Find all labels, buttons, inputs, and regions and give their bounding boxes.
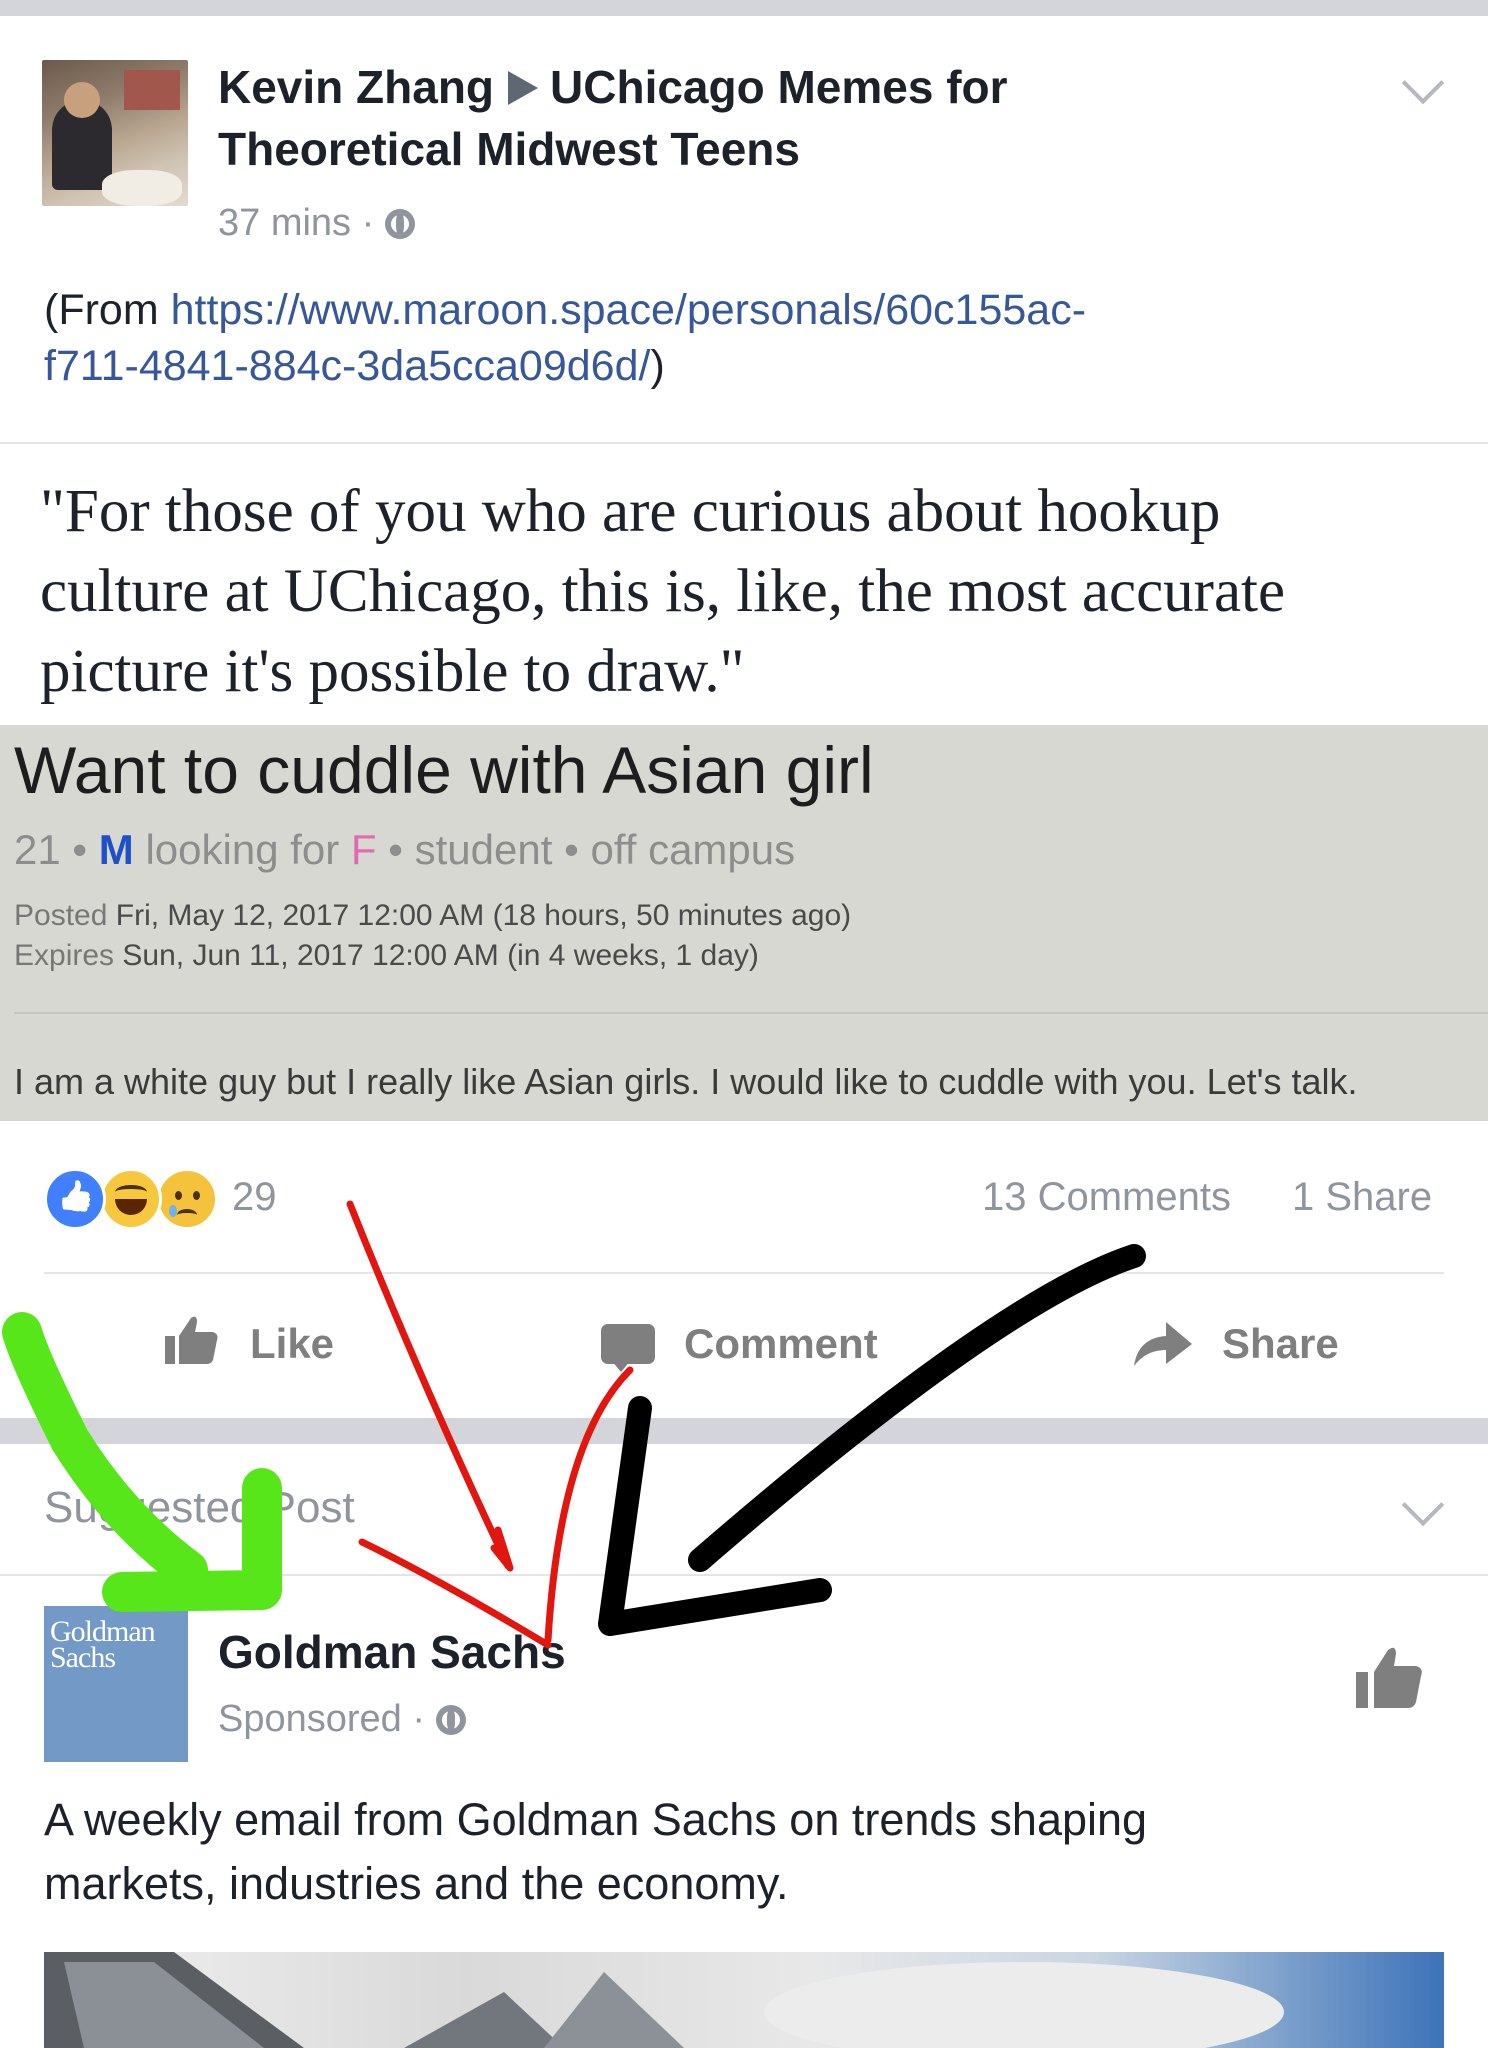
chevron-down-icon[interactable] <box>1401 1483 1445 1527</box>
divider <box>0 1574 1488 1576</box>
ad-age: 21 <box>14 826 61 873</box>
ad-expires: Expires Sun, Jun 11, 2017 12:00 AM (in 4… <box>14 939 759 972</box>
sponsored-meta: Sponsored · <box>218 1698 466 1741</box>
green-arrow <box>2 1312 282 1612</box>
reactions-count[interactable]: 29 <box>232 1172 277 1222</box>
quote-line: culture at UChicago, this is, like, the … <box>40 558 1286 625</box>
page-like-icon[interactable] <box>1354 1644 1424 1710</box>
post-text: (From https://www.maroon.space/personals… <box>44 282 1444 394</box>
haha-reaction-icon[interactable] <box>100 1168 162 1230</box>
ad-title: Want to cuddle with Asian girl <box>14 733 874 807</box>
ad-image[interactable] <box>44 1952 1444 2048</box>
comment-icon <box>601 1324 655 1372</box>
chevron-down-icon[interactable] <box>1401 61 1445 105</box>
ad-location: off campus <box>590 826 796 873</box>
post-link[interactable]: https://www.maroon.space/personals/60c15… <box>171 286 1086 334</box>
divider <box>0 442 1488 444</box>
arrow-right-icon <box>508 71 539 105</box>
quote-line: picture it's possible to draw." <box>40 638 745 705</box>
like-button[interactable]: Like <box>250 1316 334 1372</box>
feed-separator <box>0 1418 1488 1444</box>
goldman-sachs-logo[interactable]: Goldman Sachs <box>44 1606 188 1762</box>
meta-separator: · <box>361 202 375 244</box>
post-time[interactable]: 37 mins <box>218 202 351 244</box>
ad-role: student <box>414 826 553 873</box>
comment-button[interactable]: Comment <box>684 1316 878 1372</box>
ad-gender-self: M <box>98 826 134 873</box>
quote-line: "For those of you who are curious about … <box>40 478 1221 545</box>
ad-attributes: 21 • M looking for F • student • off cam… <box>14 826 796 873</box>
author-name[interactable]: Kevin Zhang <box>218 61 494 113</box>
comments-count[interactable]: 13 Comments <box>982 1172 1231 1222</box>
divider <box>44 1272 1444 1274</box>
sponsored-label[interactable]: Sponsored <box>218 1698 402 1740</box>
post-text-prefix: (From <box>44 286 171 334</box>
suggested-post-label: Suggested Post <box>44 1483 355 1532</box>
divider <box>14 1012 1488 1014</box>
meme-quote: "For those of you who are curious about … <box>40 472 1460 712</box>
sad-reaction-icon[interactable] <box>156 1168 218 1230</box>
post-meta: 37 mins · <box>218 198 415 248</box>
ad-body: I am a white guy but I really like Asian… <box>14 1061 1358 1102</box>
thumbs-up-icon <box>165 1316 218 1364</box>
like-reaction-icon[interactable] <box>44 1168 106 1230</box>
share-arrow-icon <box>1134 1322 1192 1366</box>
globe-icon <box>435 1705 466 1735</box>
feed-separator <box>0 0 1488 16</box>
author-avatar[interactable] <box>42 60 188 206</box>
globe-icon <box>384 209 415 239</box>
ad-text: A weekly email from Goldman Sachs on tre… <box>44 1794 1148 1909</box>
ad-gender-target: F <box>350 826 377 873</box>
share-button[interactable]: Share <box>1222 1316 1339 1372</box>
page-name[interactable]: Goldman Sachs <box>218 1622 566 1682</box>
post-header: Kevin Zhang UChicago Memes for Theoretica… <box>218 56 1118 180</box>
shares-count[interactable]: 1 Share <box>1292 1172 1432 1222</box>
post-link-cont[interactable]: f711-4841-884c-3da5cca09d6d/ <box>44 342 650 390</box>
post-text-suffix: ) <box>650 342 665 390</box>
ad-posted: Posted Fri, May 12, 2017 12:00 AM (18 ho… <box>14 899 852 932</box>
